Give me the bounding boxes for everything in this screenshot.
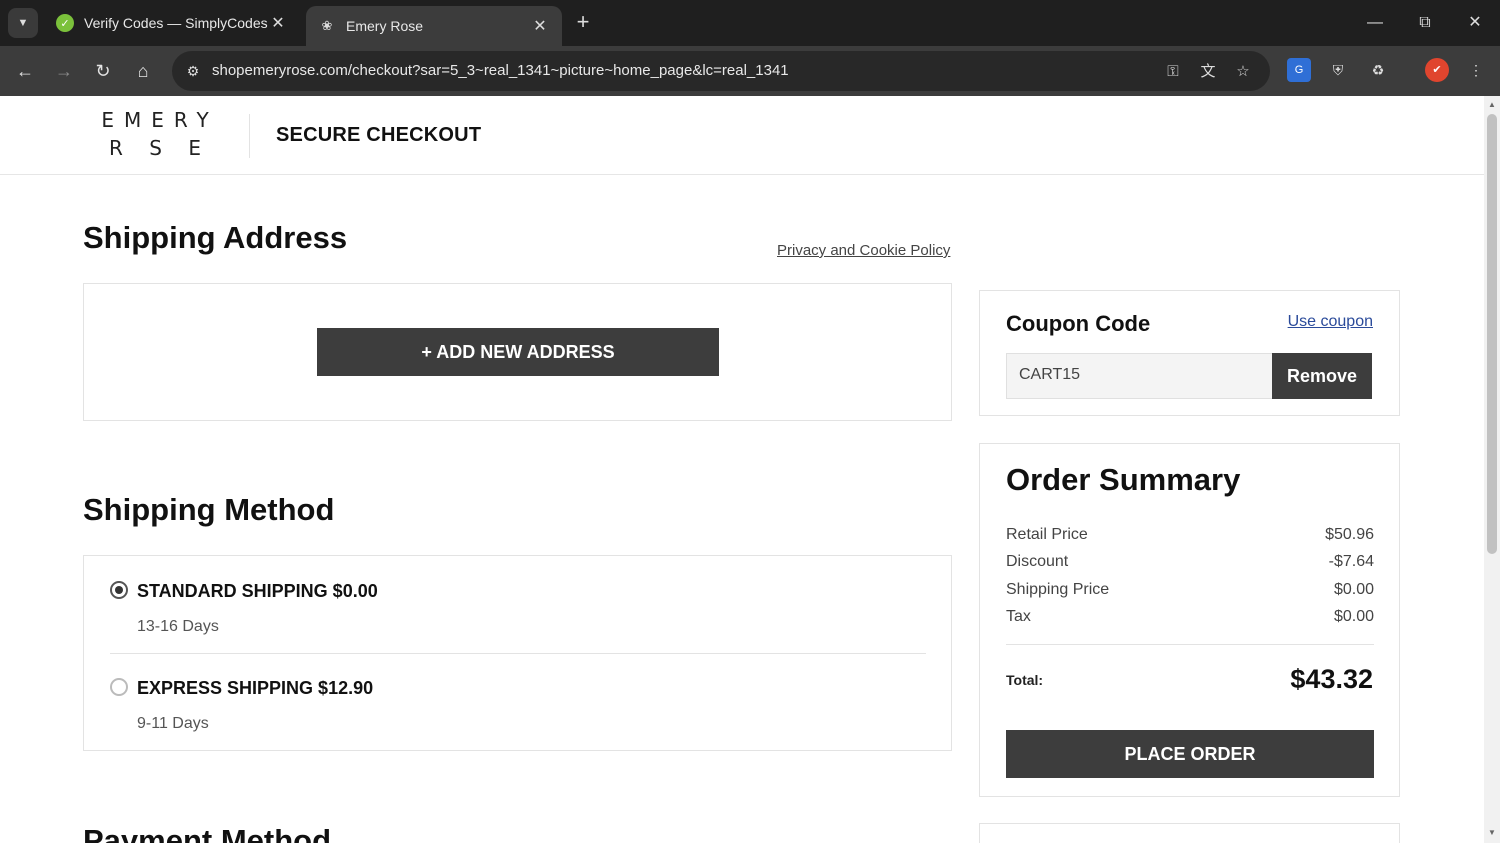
profile-avatar-icon[interactable]: ✔ <box>1425 58 1449 82</box>
emery-rose-logo[interactable]: EMERY R S E <box>90 106 230 166</box>
site-header: EMERY R S E SECURE CHECKOUT <box>0 96 1484 175</box>
shipping-option-label: EXPRESS SHIPPING $12.90 <box>137 678 374 698</box>
radio-standard[interactable] <box>110 581 128 599</box>
close-icon[interactable]: ✕ <box>268 13 288 33</box>
summary-divider <box>1006 644 1374 645</box>
shipping-method-box: STANDARD SHIPPING $0.00 13-16 Days EXPRE… <box>83 555 952 751</box>
tab-title: Emery Rose <box>346 18 424 34</box>
scrollbar-thumb[interactable] <box>1487 114 1497 554</box>
shipping-option-days: 13-16 Days <box>137 618 219 635</box>
star-icon[interactable]: ☆ <box>1232 61 1254 83</box>
summary-label: Tax <box>1006 608 1031 625</box>
order-summary-title: Order Summary <box>1006 462 1241 497</box>
order-summary-box: Order Summary Retail Price $50.96 Discou… <box>979 443 1400 797</box>
next-panel-box <box>979 823 1400 843</box>
summary-label: Retail Price <box>1006 526 1088 543</box>
new-tab-plus-icon[interactable]: + <box>570 10 596 36</box>
close-icon[interactable]: ✕ <box>530 16 550 36</box>
shipping-method-heading: Shipping Method <box>83 492 335 527</box>
use-coupon-link[interactable]: Use coupon <box>1288 313 1373 331</box>
scroll-down-icon[interactable]: ▼ <box>1487 828 1497 837</box>
coupon-title: Coupon Code <box>1006 311 1151 336</box>
page-title: SECURE CHECKOUT <box>276 124 482 146</box>
browser-tab-simplycodes[interactable]: ✓ Verify Codes — SimplyCodes ✕ <box>44 6 300 40</box>
add-new-address-button[interactable]: + ADD NEW ADDRESS <box>317 328 719 376</box>
summary-label: Discount <box>1006 553 1069 570</box>
browser-toolbar: ← → ↻ ⌂ ⚙ shopemeryrose.com/checkout?sar… <box>0 46 1500 96</box>
back-arrow-icon[interactable]: ← <box>12 58 38 84</box>
reload-icon[interactable]: ↻ <box>90 58 116 84</box>
header-divider <box>249 114 250 158</box>
logo-line-1: EMERY <box>101 108 219 132</box>
privacy-policy-link[interactable]: Privacy and Cookie Policy <box>777 242 950 259</box>
browser-tab-emery-rose[interactable]: ❀ Emery Rose ✕ <box>306 6 562 46</box>
summary-value: $0.00 <box>1333 581 1374 598</box>
forward-arrow-icon[interactable]: → <box>51 58 77 84</box>
summary-value: $0.00 <box>1333 608 1374 625</box>
address-bar[interactable]: ⚙ shopemeryrose.com/checkout?sar=5_3~rea… <box>172 51 1270 91</box>
shipping-address-box: + ADD NEW ADDRESS <box>83 283 952 421</box>
total-value: $43.32 <box>1290 664 1373 694</box>
close-window-icon[interactable]: ✕ <box>1460 10 1490 36</box>
translate-extension-icon[interactable]: G <box>1287 58 1311 82</box>
summary-value: $50.96 <box>1325 526 1374 543</box>
site-info-icon[interactable]: ⚙ <box>182 60 204 82</box>
tab-search-button[interactable]: ▼ <box>8 8 38 38</box>
rose-favicon-icon: ❀ <box>321 18 333 33</box>
puzzle-extensions-icon[interactable]: ♻ <box>1366 58 1390 82</box>
page-viewport: EMERY R S E SECURE CHECKOUT Shipping Add… <box>0 96 1484 843</box>
logo-line-2: R S E <box>109 136 211 160</box>
shipping-address-heading: Shipping Address <box>83 220 348 255</box>
restore-icon[interactable]: ⧉ <box>1410 10 1440 36</box>
shipping-option-days: 9-11 Days <box>137 715 209 732</box>
payment-method-heading: Payment Method <box>83 823 332 843</box>
kebab-menu-icon[interactable]: ⋮ <box>1464 58 1488 82</box>
coupon-box: Coupon Code Use coupon CART15 Remove <box>979 290 1400 416</box>
key-icon[interactable]: ⚿ <box>1162 61 1184 83</box>
page-scrollbar[interactable]: ▲ ▼ <box>1484 96 1500 843</box>
home-icon[interactable]: ⌂ <box>130 58 156 84</box>
place-order-button[interactable]: PLACE ORDER <box>1006 730 1374 778</box>
url-text[interactable]: shopemeryrose.com/checkout?sar=5_3~real_… <box>212 62 789 79</box>
total-label: Total: <box>1006 672 1044 688</box>
shipping-option-standard[interactable]: STANDARD SHIPPING $0.00 13-16 Days <box>110 581 930 641</box>
browser-tab-bar: ▼ ✓ Verify Codes — SimplyCodes ✕ ❀ Emery… <box>0 0 1500 46</box>
shipping-option-label: STANDARD SHIPPING $0.00 <box>137 581 378 601</box>
summary-label: Shipping Price <box>1006 581 1110 598</box>
chevron-down-icon: ▼ <box>17 17 29 29</box>
remove-coupon-button[interactable]: Remove <box>1272 353 1372 399</box>
shield-icon[interactable]: ⛨ <box>1326 58 1350 82</box>
coupon-code-input[interactable]: CART15 <box>1006 353 1274 399</box>
scroll-up-icon[interactable]: ▲ <box>1487 100 1497 109</box>
summary-value: -$7.64 <box>1328 553 1374 570</box>
shipping-option-express[interactable]: EXPRESS SHIPPING $12.90 9-11 Days <box>110 678 930 738</box>
minimize-icon[interactable]: — <box>1360 10 1390 36</box>
translate-icon[interactable]: 文 <box>1197 61 1219 83</box>
tab-title: Verify Codes — SimplyCodes <box>84 15 268 31</box>
radio-express[interactable] <box>110 678 128 696</box>
option-divider <box>110 653 926 654</box>
simplycodes-favicon-icon: ✓ <box>56 14 74 32</box>
